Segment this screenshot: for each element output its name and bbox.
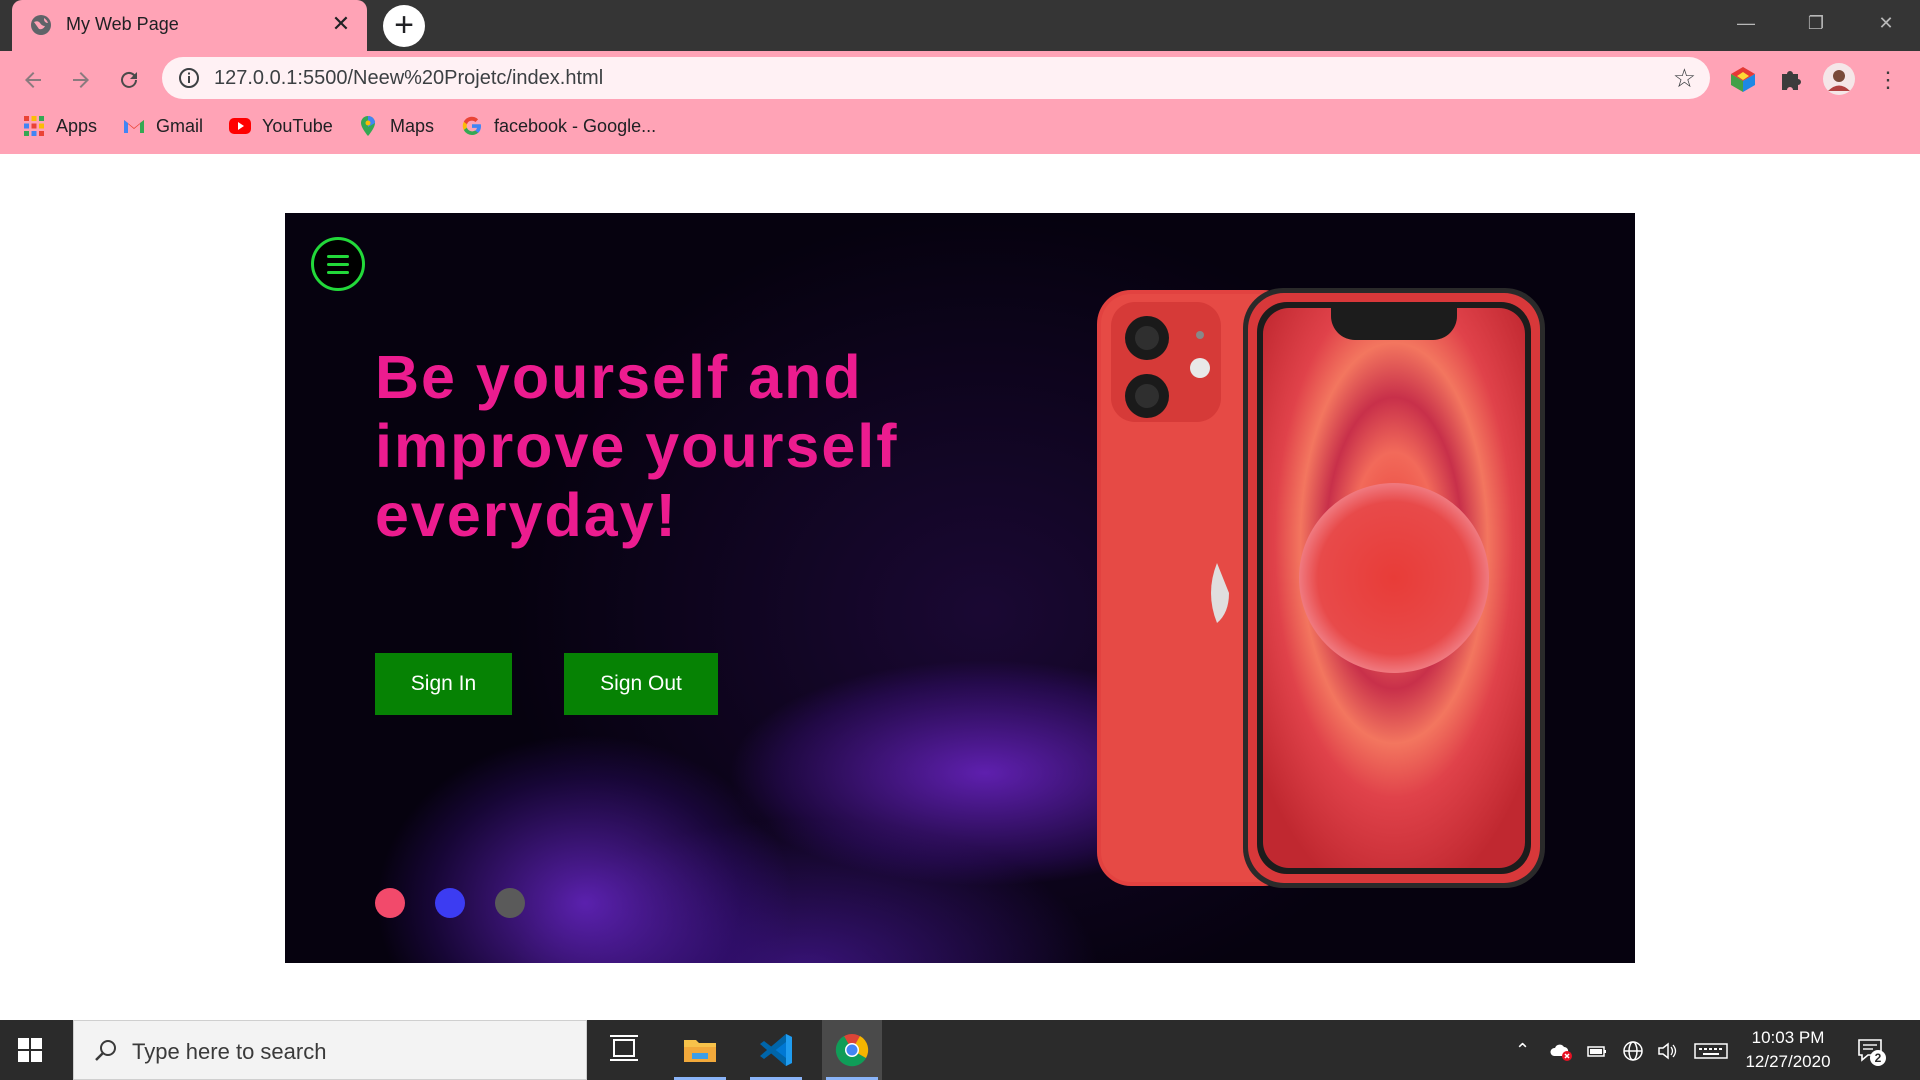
site-info-icon[interactable]	[178, 67, 200, 89]
hero-banner: Be yourself and improve yourself everyda…	[285, 213, 1635, 963]
sign-in-button[interactable]: Sign In	[375, 653, 512, 715]
windows-start-icon[interactable]	[16, 1036, 44, 1064]
onedrive-error-icon[interactable]	[1550, 1040, 1572, 1062]
taskbar-search-box[interactable]: Type here to search	[73, 1020, 587, 1080]
reload-icon[interactable]	[111, 62, 147, 98]
bookmark-gmail[interactable]: Gmail	[122, 114, 203, 138]
keyboard-icon[interactable]	[1694, 1040, 1728, 1062]
carousel-dot-2[interactable]	[435, 888, 465, 918]
phone-image	[1097, 288, 1545, 888]
youtube-icon	[229, 118, 251, 134]
window-close-icon[interactable]: ✕	[1864, 8, 1908, 38]
bookmark-facebook-google[interactable]: facebook - Google...	[460, 114, 656, 138]
browser-menu-icon[interactable]: ⋮	[1870, 62, 1906, 98]
sign-out-button[interactable]: Sign Out	[564, 653, 718, 715]
clock-time: 10:03 PM	[1751, 1028, 1825, 1047]
battery-icon[interactable]	[1586, 1040, 1608, 1062]
minimize-icon[interactable]: —	[1724, 8, 1768, 38]
bookmark-label: facebook - Google...	[494, 115, 657, 136]
gmail-icon	[124, 120, 144, 133]
show-hidden-icons-icon[interactable]: ⌃	[1515, 1040, 1537, 1062]
tab-close-icon[interactable]: ✕	[329, 12, 353, 36]
hamburger-menu-icon[interactable]	[311, 237, 365, 291]
address-bar[interactable]: 127.0.0.1:5500/Neew%20Projetc/index.html…	[162, 57, 1710, 99]
network-globe-icon[interactable]	[1622, 1040, 1644, 1062]
system-clock[interactable]: 10:03 PM 12/27/2020	[1728, 1026, 1848, 1074]
maps-icon	[361, 116, 375, 136]
tab-title: My Web Page	[66, 14, 179, 34]
tab-strip: My Web Page ✕ + — ❐ ✕	[0, 0, 1920, 51]
bookmark-youtube[interactable]: YouTube	[228, 114, 333, 138]
search-placeholder: Type here to search	[132, 1039, 327, 1064]
action-center-icon[interactable]: 2	[1856, 1036, 1886, 1066]
clock-date: 12/27/2020	[1745, 1052, 1831, 1071]
file-explorer-icon[interactable]	[670, 1020, 730, 1080]
browser-tab[interactable]: My Web Page ✕	[12, 0, 367, 51]
profile-avatar-icon[interactable]	[1822, 62, 1856, 96]
bookmark-label: Maps	[390, 115, 435, 136]
extension-cube-icon[interactable]	[1726, 62, 1760, 96]
hero-headline: Be yourself and improve yourself everyda…	[375, 343, 899, 549]
bookmark-label: YouTube	[262, 115, 333, 136]
bookmark-apps[interactable]: Apps	[22, 114, 97, 138]
windows-taskbar: Type here to search ⌃ 10:03 PM 12/27/202…	[0, 1020, 1920, 1080]
bookmark-label: Gmail	[156, 115, 204, 136]
carousel-dot-1[interactable]	[375, 888, 405, 918]
url-text[interactable]: 127.0.0.1:5500/Neew%20Projetc/index.html	[214, 67, 603, 90]
carousel-dot-3[interactable]	[495, 888, 525, 918]
back-icon[interactable]	[15, 62, 51, 98]
vscode-icon[interactable]	[746, 1020, 806, 1080]
notification-count: 2	[1870, 1050, 1886, 1066]
new-tab-button[interactable]: +	[383, 5, 425, 47]
bookmark-label: Apps	[56, 115, 98, 136]
extensions-puzzle-icon[interactable]	[1774, 62, 1808, 96]
restore-icon[interactable]: ❐	[1794, 8, 1838, 38]
chrome-taskbar-icon[interactable]	[822, 1020, 882, 1080]
globe-icon	[31, 15, 51, 35]
bookmark-maps[interactable]: Maps	[356, 114, 434, 138]
apps-grid-icon	[24, 116, 44, 136]
search-icon	[95, 1040, 116, 1061]
bookmark-star-icon[interactable]: ☆	[1673, 63, 1696, 94]
task-view-icon[interactable]	[594, 1020, 654, 1080]
volume-icon[interactable]	[1656, 1040, 1678, 1062]
google-icon	[462, 116, 482, 136]
forward-icon[interactable]	[63, 62, 99, 98]
